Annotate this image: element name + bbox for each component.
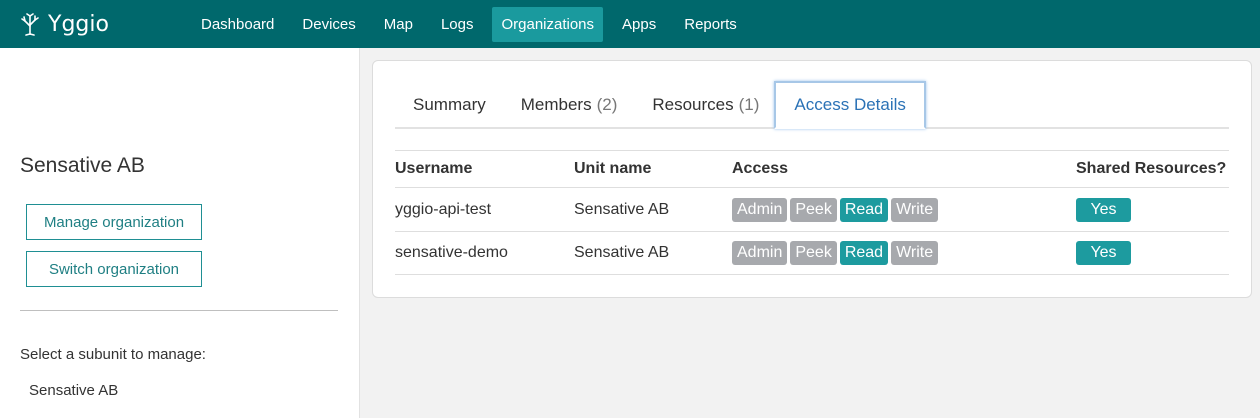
subunit-prompt: Select a subunit to manage: — [20, 346, 206, 363]
app-name: Yggio — [48, 11, 109, 37]
row-username: yggio-api-test — [395, 200, 492, 218]
nav-logs[interactable]: Logs — [432, 7, 483, 42]
nav-devices[interactable]: Devices — [293, 7, 364, 42]
shared-cell: Yes — [1076, 241, 1229, 265]
nav-organizations[interactable]: Organizations — [492, 6, 604, 42]
access-read-pill[interactable]: Read — [839, 197, 889, 222]
table-row: sensative-demo Sensative AB Admin Peek R… — [395, 231, 1229, 275]
main-nav: Dashboard Devices Map Logs Organizations… — [192, 0, 756, 48]
header-shared-resources: Shared Resources? — [1076, 160, 1227, 177]
organization-name: Sensative AB — [20, 154, 145, 177]
header-access: Access — [732, 160, 789, 177]
access-peek-pill[interactable]: Peek — [790, 241, 837, 265]
tab-access-details-label: Access Details — [794, 95, 906, 114]
nav-dashboard[interactable]: Dashboard — [192, 7, 283, 42]
details-tabs: Summary Members (2) Resources (1) Access… — [395, 81, 1229, 129]
header-unit-name: Unit name — [574, 160, 652, 177]
access-details-table: Username Unit name Access Shared Resourc… — [395, 150, 1229, 275]
access-pills: Admin Peek Read Write — [732, 197, 1076, 222]
tab-resources-label: Resources — [652, 95, 734, 114]
top-navbar: Yggio Dashboard Devices Map Logs Organiz… — [0, 0, 1260, 48]
manage-organization-button[interactable]: Manage organization — [26, 204, 202, 240]
switch-organization-button[interactable]: Switch organization — [26, 251, 202, 287]
shared-cell: Yes — [1076, 197, 1229, 222]
shared-yes-badge[interactable]: Yes — [1076, 197, 1131, 222]
access-write-pill[interactable]: Write — [891, 197, 939, 222]
table-header: Username Unit name Access Shared Resourc… — [395, 150, 1229, 187]
tab-resources-count: (1) — [738, 95, 760, 114]
nav-reports[interactable]: Reports — [675, 7, 746, 42]
tab-members-label: Members — [520, 95, 592, 114]
nav-apps[interactable]: Apps — [613, 7, 665, 42]
row-unit-name: Sensative AB — [574, 200, 670, 218]
access-write-pill[interactable]: Write — [891, 241, 939, 265]
tab-summary-label: Summary — [413, 95, 486, 114]
row-unit-name: Sensative AB — [574, 244, 670, 261]
access-pills: Admin Peek Read Write — [732, 241, 1076, 265]
tab-summary[interactable]: Summary — [413, 81, 486, 129]
access-admin-pill[interactable]: Admin — [732, 197, 788, 222]
access-peek-pill[interactable]: Peek — [790, 197, 837, 222]
sidebar-divider — [20, 310, 338, 311]
brand[interactable]: Yggio — [18, 12, 192, 37]
tab-access-details[interactable]: Access Details — [774, 81, 926, 129]
tree-logo-icon — [21, 13, 39, 36]
nav-map[interactable]: Map — [375, 7, 422, 42]
tab-members-count: (2) — [596, 95, 618, 114]
organization-sidebar: Sensative AB Manage organization Switch … — [0, 48, 360, 418]
access-admin-pill[interactable]: Admin — [732, 241, 788, 265]
tab-members[interactable]: Members (2) — [521, 81, 618, 129]
table-row: yggio-api-test Sensative AB Admin Peek R… — [395, 187, 1229, 231]
access-read-pill[interactable]: Read — [839, 241, 889, 265]
header-username: Username — [395, 160, 473, 177]
organization-details-card: Summary Members (2) Resources (1) Access… — [372, 60, 1252, 298]
subunit-item[interactable]: Sensative AB — [29, 382, 118, 399]
row-username: sensative-demo — [395, 244, 508, 261]
tab-resources[interactable]: Resources (1) — [652, 81, 759, 129]
shared-yes-badge[interactable]: Yes — [1076, 241, 1131, 265]
